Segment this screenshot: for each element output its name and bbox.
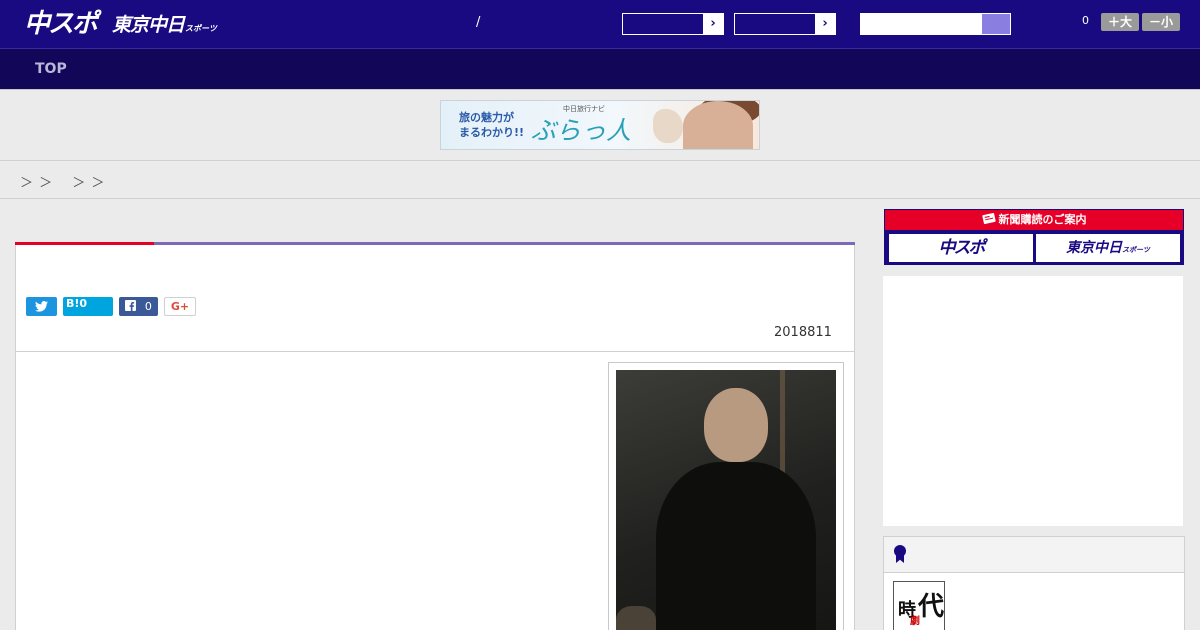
sidebar-ad-slot[interactable] bbox=[883, 276, 1183, 526]
header-select-1[interactable]: › bbox=[622, 13, 724, 35]
subscription-title: 新聞購読のご案内 bbox=[885, 210, 1183, 230]
banner-text-left: 旅の魅力が まるわかり!! bbox=[459, 111, 525, 139]
header-divider: / bbox=[476, 15, 481, 30]
subscription-title-text: 新聞購読のご案内 bbox=[998, 213, 1087, 226]
breadcrumb[interactable]: ＞ ＞ ＞ ＞ bbox=[20, 172, 105, 191]
article-accent-red bbox=[15, 242, 154, 245]
tokyo-logo-text: 東京中日 bbox=[112, 14, 185, 36]
photo-figure-body bbox=[656, 462, 816, 630]
search-button[interactable] bbox=[982, 14, 1010, 34]
breadcrumb-divider bbox=[0, 198, 1200, 199]
article-photo[interactable] bbox=[616, 370, 836, 630]
share-facebook-button[interactable]: 0 bbox=[119, 297, 158, 316]
photo-pot bbox=[616, 606, 656, 630]
tokyo-logo-sub: スポーツ bbox=[185, 24, 217, 33]
share-twitter-button[interactable] bbox=[26, 297, 57, 316]
article-separator bbox=[15, 351, 855, 352]
thumb-char-2: 代 bbox=[918, 592, 945, 622]
header-select-2[interactable]: › bbox=[734, 13, 836, 35]
article-accent-purple bbox=[154, 242, 855, 245]
model-image bbox=[683, 101, 753, 149]
shell-image bbox=[653, 109, 683, 143]
ranking-panel: 時 代 劇 bbox=[883, 536, 1185, 630]
ranking-header bbox=[884, 537, 1184, 573]
font-larger-button[interactable]: ＋大 bbox=[1101, 13, 1139, 31]
facebook-icon bbox=[125, 300, 137, 311]
share-hatena-button[interactable]: B!0 bbox=[63, 297, 113, 316]
travel-ad-banner[interactable]: 旅の魅力が まるわかり!! 中日旅行ナビ ぶらっ人 bbox=[440, 100, 760, 150]
tokyo-chunichi-logo[interactable]: 東京中日スポーツ bbox=[112, 12, 217, 42]
twitter-icon bbox=[35, 301, 48, 312]
nav-item-top[interactable]: TOP bbox=[35, 61, 67, 77]
chuspo-logo[interactable]: 中スポ bbox=[24, 8, 98, 40]
ranking-thumbnail[interactable]: 時 代 劇 bbox=[893, 581, 945, 630]
chevron-right-icon: › bbox=[815, 14, 835, 34]
thumb-char-3: 劇 bbox=[910, 616, 920, 627]
font-smaller-button[interactable]: －小 bbox=[1142, 13, 1180, 31]
subscription-ad[interactable]: 新聞購読のご案内 中スポ 東京中日スポーツ bbox=[884, 209, 1184, 265]
subscribe-tokyo-text: 東京中日 bbox=[1066, 240, 1123, 256]
article-date: 2018811 bbox=[774, 325, 832, 340]
chevron-right-icon: › bbox=[703, 14, 723, 34]
subscribe-tokyo-button[interactable]: 東京中日スポーツ bbox=[1036, 234, 1180, 262]
photo-figure-head bbox=[704, 388, 768, 462]
subscribe-tokyo-sub: スポーツ bbox=[1122, 246, 1150, 254]
header-count: 0 bbox=[1082, 14, 1089, 27]
share-gplus-button[interactable]: G+ bbox=[164, 297, 196, 316]
search-box[interactable] bbox=[860, 13, 1011, 35]
banner-row: 旅の魅力が まるわかり!! 中日旅行ナビ ぶらっ人 bbox=[0, 90, 1200, 161]
global-nav: TOP bbox=[0, 49, 1200, 90]
site-header: 中スポ 東京中日スポーツ / › › 0 ＋大 －小 bbox=[0, 0, 1200, 49]
subscribe-chuspo-button[interactable]: 中スポ bbox=[889, 234, 1033, 262]
banner-brand: ぶらっ人 bbox=[531, 116, 632, 145]
facebook-count: 0 bbox=[144, 300, 152, 313]
newspaper-icon bbox=[981, 213, 996, 224]
medal-icon bbox=[894, 545, 906, 563]
